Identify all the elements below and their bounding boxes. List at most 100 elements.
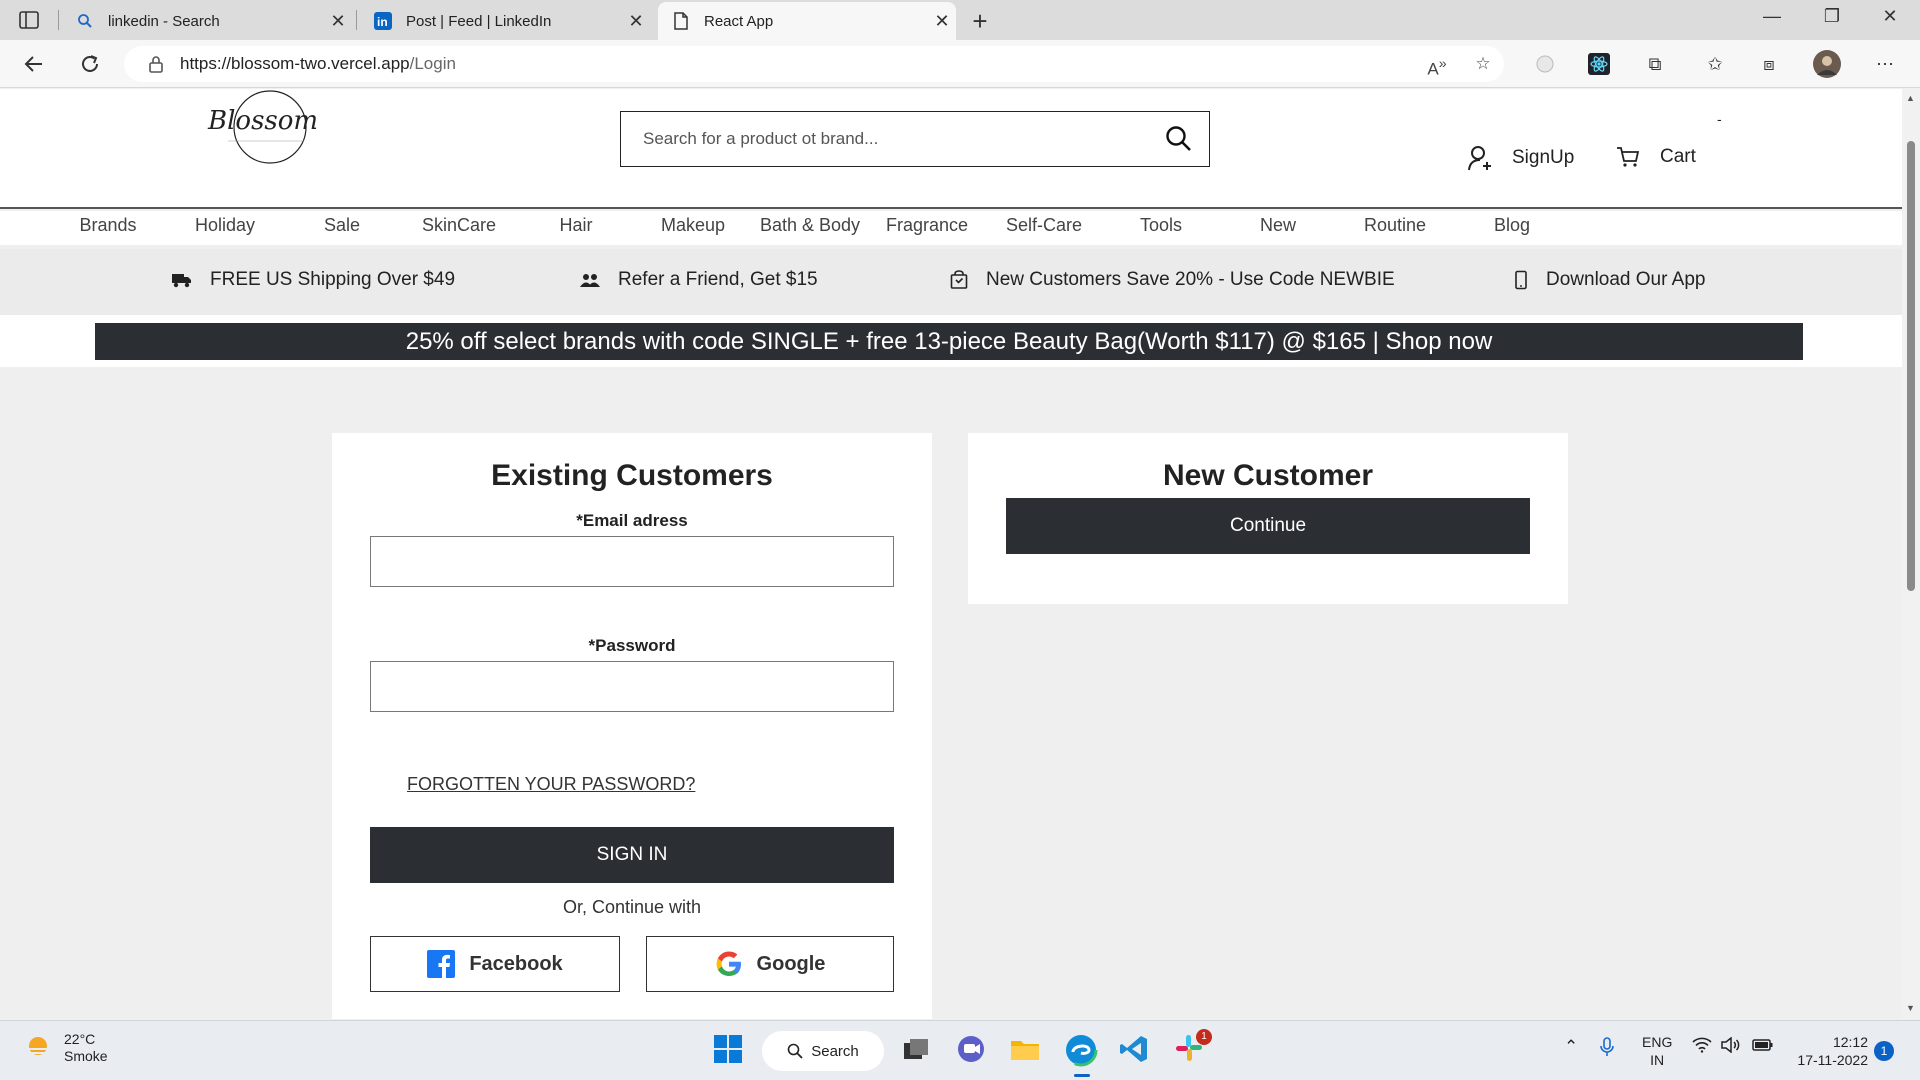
forgot-password-link[interactable]: FORGOTTEN YOUR PASSWORD? xyxy=(407,774,695,795)
nav-brands[interactable]: Brands xyxy=(79,215,136,236)
search-input[interactable] xyxy=(621,112,1149,166)
scroll-thumb[interactable] xyxy=(1907,141,1915,591)
new-customer-title: New Customer xyxy=(1162,459,1374,492)
windows-start-icon[interactable] xyxy=(712,1033,748,1069)
nav-fragrance[interactable]: Fragrance xyxy=(886,215,968,236)
language-indicator[interactable]: ENG IN xyxy=(1642,1033,1672,1069)
file-explorer-icon[interactable] xyxy=(1009,1033,1045,1069)
promo-banner[interactable]: 25% off select brands with code SINGLE +… xyxy=(95,323,1803,360)
system-clock[interactable]: 12:12 17-11-2022 xyxy=(1794,1033,1868,1069)
signup-link[interactable]: SignUp xyxy=(1468,145,1574,171)
email-field-wrapper xyxy=(370,536,894,587)
scroll-up-arrow[interactable]: ▲ xyxy=(1906,93,1915,103)
tab-react-app[interactable]: React App ✕ xyxy=(658,2,956,40)
new-tab-button[interactable]: + xyxy=(966,6,994,37)
page-viewport: Blossom SignUp Cart - Brands Holiday Sal… xyxy=(0,89,1902,1019)
clock-time: 12:12 xyxy=(1832,1034,1868,1050)
minimize-button[interactable]: — xyxy=(1752,6,1792,27)
page-scrollbar[interactable]: ▲ ▼ xyxy=(1902,89,1920,1019)
sign-in-button[interactable]: SIGN IN xyxy=(370,827,894,883)
vscode-icon[interactable] xyxy=(1118,1033,1154,1069)
truck-icon xyxy=(172,274,191,288)
read-aloud-icon[interactable]: A» xyxy=(1422,46,1452,82)
perk-free-shipping[interactable]: FREE US Shipping Over $49 xyxy=(172,269,455,291)
google-icon xyxy=(716,951,741,976)
nav-hair[interactable]: Hair xyxy=(559,215,592,236)
back-button[interactable] xyxy=(18,49,50,79)
search-icon[interactable] xyxy=(1149,125,1209,153)
tab-linkedin-feed[interactable]: in Post | Feed | LinkedIn ✕ xyxy=(360,2,650,40)
signup-label: SignUp xyxy=(1512,147,1575,168)
lock-icon[interactable] xyxy=(148,55,164,73)
react-devtools-icon[interactable] xyxy=(1584,49,1614,79)
volume-icon[interactable] xyxy=(1720,1036,1740,1058)
nav-blog[interactable]: Blog xyxy=(1494,215,1530,236)
weather-widget[interactable]: 22°C Smoke xyxy=(24,1031,108,1065)
continue-button[interactable]: Continue xyxy=(1006,498,1530,554)
teams-chat-icon[interactable] xyxy=(955,1033,991,1069)
language-code: ENG xyxy=(1642,1034,1673,1050)
edge-active-indicator xyxy=(1074,1074,1090,1077)
address-bar[interactable]: https://blossom-two.vercel.app/Login A» … xyxy=(124,46,1504,82)
cart-link[interactable]: Cart xyxy=(1616,145,1696,169)
battery-icon[interactable] xyxy=(1752,1037,1774,1058)
favorites-icon[interactable]: ✩ xyxy=(1700,49,1730,79)
notification-badge[interactable]: 1 xyxy=(1874,1041,1894,1061)
perk-refer-friend[interactable]: Refer a Friend, Get $15 xyxy=(580,269,818,291)
restore-button[interactable]: ❐ xyxy=(1812,6,1852,27)
collections-icon[interactable]: ⧈ xyxy=(1754,49,1784,79)
nav-self-care[interactable]: Self-Care xyxy=(1006,215,1082,236)
nav-routine[interactable]: Routine xyxy=(1364,215,1426,236)
extensions-puzzle-icon[interactable]: ⧉ xyxy=(1640,49,1670,79)
wifi-icon[interactable] xyxy=(1692,1037,1712,1058)
blossom-logo[interactable]: Blossom xyxy=(204,89,328,165)
svg-text:in: in xyxy=(377,15,388,29)
windows-taskbar: 22°C Smoke Search 1 ⌃ ENG IN 12:12 17-11… xyxy=(0,1020,1920,1080)
nav-skincare[interactable]: SkinCare xyxy=(422,215,496,236)
email-field[interactable] xyxy=(371,537,893,586)
refresh-button[interactable] xyxy=(74,49,106,79)
perk-download-app[interactable]: Download Our App xyxy=(1514,269,1706,291)
promo-wrapper: 25% off select brands with code SINGLE +… xyxy=(0,315,1902,367)
nav-makeup[interactable]: Makeup xyxy=(661,215,725,236)
extension-icon[interactable] xyxy=(1530,49,1560,79)
close-window-button[interactable]: ✕ xyxy=(1870,6,1910,27)
tab-linkedin-search[interactable]: linkedin - Search ✕ xyxy=(62,2,352,40)
region-code: IN xyxy=(1650,1052,1665,1068)
clock-date: 17-11-2022 xyxy=(1797,1052,1868,1068)
password-field[interactable] xyxy=(371,662,893,711)
product-search[interactable] xyxy=(620,111,1210,167)
perk-new-customers[interactable]: New Customers Save 20% - Use Code NEWBIE xyxy=(950,269,1395,291)
google-login-button[interactable]: Google xyxy=(646,936,894,992)
shopping-bag-icon xyxy=(950,270,968,289)
close-icon[interactable]: ✕ xyxy=(622,11,650,32)
nav-sale[interactable]: Sale xyxy=(324,215,360,236)
or-continue-label: Or, Continue with xyxy=(562,897,702,917)
scroll-down-arrow[interactable]: ▼ xyxy=(1906,1003,1915,1013)
social-login-row: Facebook Google xyxy=(370,936,894,992)
add-favorite-icon[interactable]: ☆ xyxy=(1468,46,1498,82)
close-icon[interactable]: ✕ xyxy=(324,11,352,32)
more-menu-icon[interactable]: ⋯ xyxy=(1870,49,1900,79)
taskbar-search[interactable]: Search xyxy=(762,1031,884,1071)
cart-label: Cart xyxy=(1660,146,1696,167)
tab-actions-icon[interactable] xyxy=(18,10,40,30)
nav-new[interactable]: New xyxy=(1260,215,1296,236)
nav-tools[interactable]: Tools xyxy=(1140,215,1182,236)
nav-holiday[interactable]: Holiday xyxy=(195,215,255,236)
weather-condition: Smoke xyxy=(64,1048,108,1064)
user-add-icon xyxy=(1468,146,1491,171)
facebook-login-button[interactable]: Facebook xyxy=(370,936,620,992)
tab-title: React App xyxy=(704,12,774,30)
login-panel: Existing Customers *Email adress *Passwo… xyxy=(332,433,932,1019)
task-view-icon[interactable] xyxy=(900,1033,936,1069)
microphone-icon[interactable] xyxy=(1600,1037,1614,1062)
close-icon[interactable]: ✕ xyxy=(928,11,956,32)
show-hidden-icons[interactable]: ⌃ xyxy=(1564,1037,1578,1057)
nav-bath-body[interactable]: Bath & Body xyxy=(760,215,860,236)
tab-title: Post | Feed | LinkedIn xyxy=(406,12,552,30)
edge-browser-icon[interactable] xyxy=(1064,1033,1100,1069)
email-label: *Email adress xyxy=(576,511,688,530)
profile-avatar[interactable] xyxy=(1812,49,1842,79)
url-text[interactable]: https://blossom-two.vercel.app/Login xyxy=(180,54,456,74)
